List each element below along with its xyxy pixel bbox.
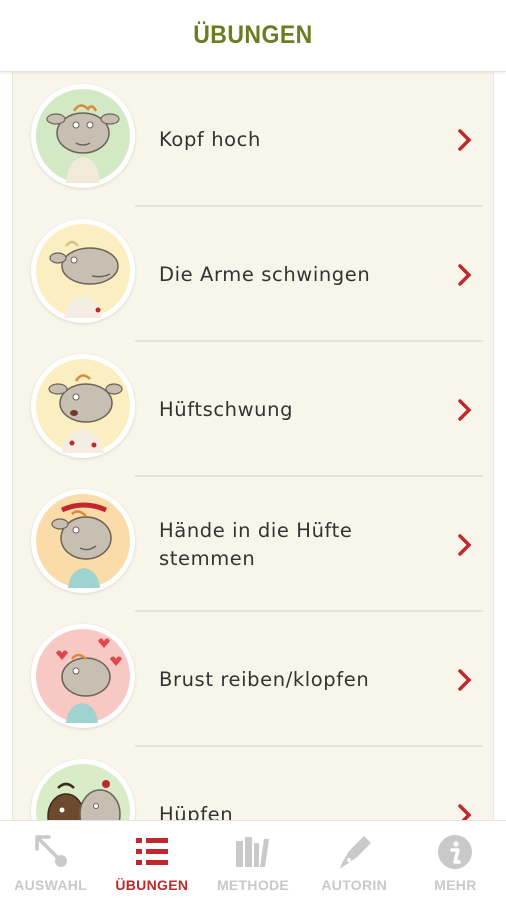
tab-uebungen[interactable]: ÜBUNGEN — [101, 821, 202, 900]
exercise-list-viewport[interactable]: Kopf hoch Die Arme schwingen Hüftschwung… — [0, 72, 506, 820]
exercise-label: Hüftschwung — [159, 397, 294, 421]
chevron-right-icon — [458, 264, 472, 286]
exercise-list: Kopf hoch Die Arme schwingen Hüftschwung… — [12, 72, 494, 820]
chevron-right-icon — [458, 534, 472, 556]
chevron-right-icon — [458, 804, 472, 820]
fountain-pen-icon — [340, 836, 372, 869]
tab-label: AUTORIN — [321, 877, 388, 893]
sheep-hip-swing-avatar — [31, 354, 135, 458]
exercise-row-die-arme-schwingen[interactable]: Die Arme schwingen — [13, 207, 495, 342]
tab-label: METHODE — [216, 877, 290, 893]
bottom-tab-bar: AUSWAHL ÜBUNGEN METHODE AUTORIN MEHR — [0, 820, 506, 900]
chevron-right-icon — [458, 399, 472, 421]
sheep-jumping-avatar — [31, 759, 135, 820]
exercise-row-hueftschwung[interactable]: Hüftschwung — [13, 342, 495, 477]
info-icon — [438, 835, 473, 869]
exercise-row-haende-in-die-huefte-stemmen[interactable]: Hände in die Hüfte stemmen — [13, 477, 495, 612]
tab-label: ÜBUNGEN — [115, 877, 189, 893]
tab-autorin[interactable]: AUTORIN — [304, 821, 405, 900]
list-icon — [135, 838, 168, 865]
tab-auswahl[interactable]: AUSWAHL — [0, 821, 101, 900]
tab-mehr[interactable]: MEHR — [405, 821, 506, 900]
tab-label: AUSWAHL — [14, 877, 88, 893]
exercise-label: Hüpfen — [159, 802, 234, 821]
exercise-label: Kopf hoch — [159, 127, 261, 151]
exercise-row-kopf-hoch[interactable]: Kopf hoch — [13, 72, 495, 207]
sheep-chest-avatar — [31, 624, 135, 728]
exercise-row-brust-reiben-klopfen[interactable]: Brust reiben/klopfen — [13, 612, 495, 747]
chevron-right-icon — [458, 669, 472, 691]
exercise-label: Die Arme schwingen — [159, 262, 371, 286]
chevron-right-icon — [458, 129, 472, 151]
app-header: ÜBUNGEN — [0, 0, 506, 72]
pointer-arrow-icon — [34, 835, 67, 867]
books-icon — [236, 837, 269, 867]
sheep-hands-hips-avatar — [31, 489, 135, 593]
sheep-arms-swing-avatar — [31, 219, 135, 323]
exercise-label: Hände in die Hüfte stemmen — [159, 518, 353, 570]
exercise-row-huepfen[interactable]: Hüpfen — [13, 747, 495, 820]
sheep-head-up-avatar — [31, 84, 135, 188]
exercise-label: Brust reiben/klopfen — [159, 667, 370, 691]
tab-methode[interactable]: METHODE — [202, 821, 303, 900]
page-title: ÜBUNGEN — [193, 21, 313, 49]
tab-label: MEHR — [434, 877, 477, 893]
